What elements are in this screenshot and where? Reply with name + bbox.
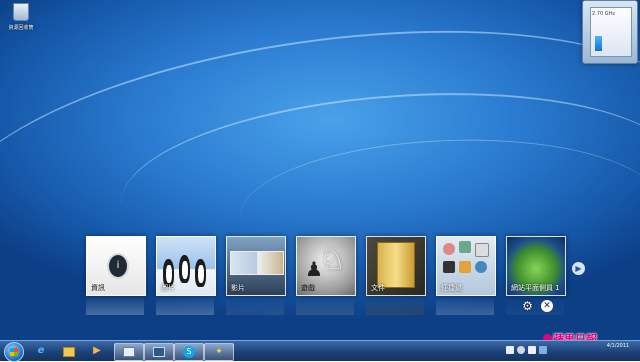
tile-label: 文件 [371, 284, 385, 292]
close-icon[interactable]: ✕ [541, 300, 553, 312]
cpu-frequency: 2.70 GHz [592, 11, 615, 17]
taskbar-explorer[interactable] [58, 343, 80, 359]
windows-orb-icon[interactable] [4, 342, 24, 362]
chevron-right-icon[interactable]: ▶ [572, 262, 585, 275]
taskbar: e ▶ S ✦ 4/1/2011 [0, 340, 640, 362]
cpu-level-bar [595, 36, 602, 51]
paint-icon [459, 261, 471, 273]
folder-icon [63, 347, 75, 357]
tool-icon [459, 241, 471, 253]
tray-icon[interactable] [506, 346, 514, 354]
internet-explorer-icon: e [37, 345, 45, 356]
taskbar-skype[interactable]: S [174, 343, 204, 361]
clock[interactable]: 4/1/2011 [598, 343, 638, 350]
tile-games[interactable]: ♘ ♟ 遊戲 [296, 236, 356, 296]
taskbar-media-player[interactable]: ▶ [86, 343, 108, 359]
tile-reflection [436, 295, 494, 315]
volume-icon[interactable] [528, 346, 536, 354]
live-icon: ✦ [215, 347, 223, 357]
tile-websites[interactable]: 網站平面側員 1 [506, 236, 566, 296]
info-icon: i [107, 253, 129, 279]
tile-info[interactable]: i 資訊 [86, 236, 146, 296]
penguin-icon [195, 259, 206, 287]
taskbar-app-active-1[interactable] [114, 343, 144, 361]
clock-icon [443, 243, 455, 255]
network-icon[interactable] [517, 346, 525, 354]
chess-pawn-icon: ♟ [305, 257, 323, 281]
recycle-bin-icon [13, 3, 29, 21]
tray-icon[interactable] [539, 346, 547, 354]
chess-knight-icon: ♘ [319, 242, 346, 277]
tile-reflection [366, 295, 424, 315]
taskbar-app-active-2[interactable] [144, 343, 174, 361]
calendar-icon [475, 243, 489, 257]
tile-label: 圖片 [161, 284, 175, 292]
desktop: 資源回收筒 2.70 GHz i 資訊 圖片 影片 ♘ ♟ 遊戲 文件 便捷鍵 … [0, 0, 640, 360]
skype-icon: S [183, 346, 195, 358]
media-player-icon: ▶ [93, 345, 101, 356]
tile-reflection [156, 295, 214, 315]
tile-label: 便捷鍵 [441, 284, 462, 292]
clock-date: 4/1/2011 [606, 343, 630, 349]
gear-icon[interactable]: ⚙ [521, 300, 534, 313]
tile-reflection [86, 295, 144, 315]
recycle-bin[interactable]: 資源回收筒 [4, 3, 38, 31]
tile-accessories[interactable]: 便捷鍵 [436, 236, 496, 296]
penguin-icon [179, 255, 190, 283]
window-icon [123, 347, 135, 357]
globe-icon [475, 261, 487, 273]
tile-label: 遊戲 [301, 284, 315, 292]
tile-label: 網站平面側員 1 [511, 284, 560, 292]
tile-videos[interactable]: 影片 [226, 236, 286, 296]
clapper-icon [443, 261, 455, 273]
tile-documents[interactable]: 文件 [366, 236, 426, 296]
taskbar-ie[interactable]: e [30, 343, 52, 359]
folder-icon [377, 242, 415, 288]
tile-reflection [506, 295, 564, 315]
tile-reflection [226, 295, 284, 315]
recycle-bin-label: 資源回收筒 [8, 25, 34, 31]
taskbar-live[interactable]: ✦ [204, 343, 234, 361]
tile-reflection [296, 295, 354, 315]
tile-pictures[interactable]: 圖片 [156, 236, 216, 296]
tile-label: 影片 [231, 284, 245, 292]
video-icon [230, 251, 284, 275]
media-center-strip: i 資訊 圖片 影片 ♘ ♟ 遊戲 文件 便捷鍵 網站平面側員 1 [86, 236, 566, 315]
cpu-meter-gadget[interactable]: 2.70 GHz [582, 0, 638, 64]
monitor-icon [153, 347, 165, 357]
tile-label: 資訊 [91, 284, 105, 292]
